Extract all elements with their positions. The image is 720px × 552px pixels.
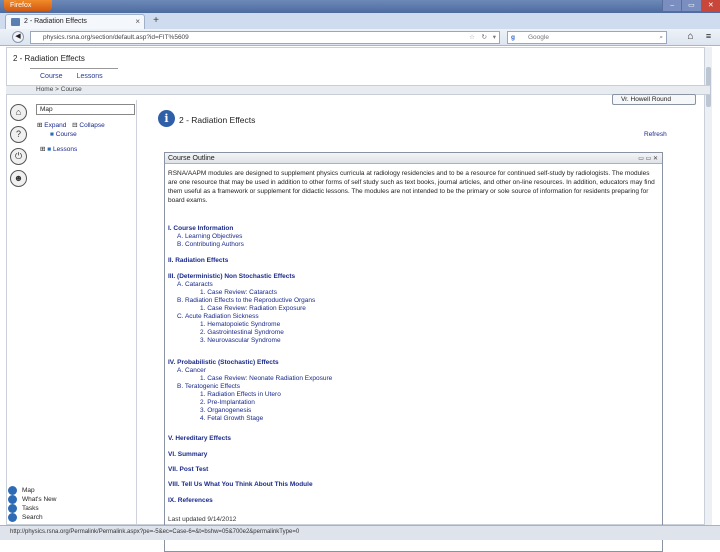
course-icon: ■ (50, 131, 54, 138)
outline-item[interactable]: IX. References (168, 497, 213, 504)
outline-header-title: Course Outline (168, 155, 215, 162)
tree-course-label[interactable]: Course (56, 131, 77, 138)
outline-item[interactable]: 2. Gastrointestinal Syndrome (200, 329, 284, 336)
outline-item[interactable]: 3. Organogenesis (200, 407, 251, 414)
outline-intro: RSNA/AAPM modules are designed to supple… (168, 170, 655, 204)
browser-tab[interactable]: 2 - Radiation Effects × (5, 14, 145, 29)
last-updated: Last updated 9/14/2012 (168, 516, 237, 523)
vertical-scrollbar[interactable] (704, 47, 712, 525)
info-icon: i (158, 110, 175, 127)
course-outline-panel: Course Outline ▭ ▭ ✕ RSNA/AAPM modules a… (164, 152, 663, 552)
tree-item-course[interactable]: ■ Course (50, 131, 77, 138)
tree-item-lessons[interactable]: ⊞ ■ Lessons (40, 145, 77, 153)
url-dropdown-icon[interactable]: ▾ (493, 32, 496, 43)
outline-item[interactable]: B. Teratogenic Effects (177, 383, 240, 390)
outline-item[interactable]: A. Cancer (177, 367, 206, 374)
expand-collapse-row: ⊞ Expand ⊟ Collapse (37, 121, 105, 129)
bottom-link-tasks[interactable]: Tasks (8, 504, 39, 513)
bottom-link-map[interactable]: Map (8, 486, 35, 495)
outline-item[interactable]: 1. Hematopoietic Syndrome (200, 321, 280, 328)
outline-item[interactable]: VIII. Tell Us What You Think About This … (168, 481, 313, 488)
search-icon (8, 513, 17, 522)
outline-item[interactable]: B. Radiation Effects to the Reproductive… (177, 297, 315, 304)
bookmark-star-icon[interactable]: ☆ (469, 32, 475, 43)
nav-lessons-link[interactable]: Lessons (77, 69, 103, 84)
outline-item[interactable]: 1. Case Review: Neonate Radiation Exposu… (200, 375, 332, 382)
page-title: 2 - Radiation Effects (179, 115, 256, 125)
back-button[interactable]: ◀ (12, 31, 24, 43)
outline-item[interactable]: 4. Fetal Growth Stage (200, 415, 263, 422)
expand-icon[interactable]: ⊞ (37, 122, 42, 129)
nav-course-link[interactable]: Course (40, 69, 63, 84)
tab-close-icon[interactable]: × (135, 15, 140, 29)
breadcrumb-bar (6, 85, 710, 95)
outline-item[interactable]: B. Contributing Authors (177, 241, 244, 248)
power-icon[interactable]: ⏻ (10, 148, 27, 165)
page-favicon-icon (11, 18, 20, 26)
tab-title: 2 - Radiation Effects (24, 18, 87, 25)
home-icon[interactable]: ⌂ (10, 104, 27, 121)
outline-item[interactable]: 3. Neurovascular Syndrome (200, 337, 281, 344)
search-icon[interactable]: ⌕ (659, 32, 663, 43)
outline-item[interactable]: C. Acute Radiation Sickness (177, 313, 259, 320)
folder-icon: ■ (47, 146, 52, 153)
app-title: 2 - Radiation Effects (13, 54, 85, 63)
search-bar[interactable]: g Google ⌕ (507, 31, 667, 44)
expand-node-icon[interactable]: ⊞ (40, 146, 45, 153)
reload-icon[interactable]: ↻ (482, 32, 487, 43)
outline-item[interactable]: V. Hereditary Effects (168, 435, 231, 442)
collapse-link[interactable]: Collapse (79, 122, 104, 129)
home-icon[interactable]: ⌂ (684, 30, 697, 43)
tab-strip: 2 - Radiation Effects × + (0, 13, 720, 29)
top-nav: Course Lessons (30, 68, 118, 84)
breadcrumb[interactable]: Home > Course (36, 86, 82, 93)
outline-item[interactable]: 1. Case Review: Cataracts (200, 289, 277, 296)
outline-item[interactable]: 2. Pre-Implantation (200, 399, 255, 406)
outline-item[interactable]: III. (Deterministic) Non Stochastic Effe… (168, 273, 295, 280)
outline-item[interactable]: 1. Radiation Effects in Utero (200, 391, 281, 398)
map-select[interactable]: Map (36, 104, 135, 115)
minimize-button[interactable]: – (662, 0, 682, 11)
bottom-link-search[interactable]: Search (8, 513, 43, 522)
map-icon (8, 486, 17, 495)
search-placeholder: Google (528, 34, 549, 41)
window-controls: – ▭ ✕ (662, 0, 720, 11)
google-icon: g (511, 34, 515, 41)
navigation-toolbar: ◀ physics.rsna.org/section/default.asp?i… (0, 29, 720, 46)
outline-item[interactable]: A. Cataracts (177, 281, 213, 288)
outline-item[interactable]: VII. Post Test (168, 466, 208, 473)
status-bar: http://physics.rsna.org/Permalink/Permal… (0, 525, 720, 540)
refresh-link[interactable]: Refresh (644, 131, 667, 138)
bottom-link-whats-new[interactable]: What's New (8, 495, 56, 504)
help-icon[interactable]: ? (10, 126, 27, 143)
outline-item[interactable]: II. Radiation Effects (168, 257, 228, 264)
outline-item[interactable]: VI. Summary (168, 451, 207, 458)
new-tab-button[interactable]: + (150, 14, 162, 28)
outline-item[interactable]: IV. Probabilistic (Stochastic) Effects (168, 359, 279, 366)
user-icon[interactable]: ☻ (10, 170, 27, 187)
title-bar: Firefox – ▭ ✕ (0, 0, 720, 13)
firefox-menu-button[interactable]: Firefox (4, 0, 52, 11)
close-window-button[interactable]: ✕ (700, 0, 720, 11)
outline-header: Course Outline ▭ ▭ ✕ (165, 153, 662, 164)
main-panel: i 2 - Radiation Effects Refresh Course O… (145, 100, 705, 552)
side-icon-rail: ⌂ ? ⏻ ☻ (8, 100, 30, 190)
collapse-icon[interactable]: ⊟ (72, 122, 77, 129)
expand-link[interactable]: Expand (44, 122, 66, 129)
url-bar[interactable]: physics.rsna.org/section/default.asp?id=… (30, 31, 500, 44)
outline-item[interactable]: A. Learning Objectives (177, 233, 242, 240)
panel-controls-icon[interactable]: ▭ ▭ ✕ (638, 154, 658, 165)
maximize-button[interactable]: ▭ (681, 0, 701, 11)
toolbar-menu-icon[interactable]: ≡ (702, 30, 715, 43)
tree-lessons-label[interactable]: Lessons (53, 146, 77, 153)
tasks-icon (8, 504, 17, 513)
outline-item[interactable]: I. Course Information (168, 225, 233, 232)
left-panel: Map ⊞ Expand ⊟ Collapse ■ Course ⊞ ■ Les… (34, 100, 137, 530)
outline-item[interactable]: 1. Case Review: Radiation Exposure (200, 305, 306, 312)
whats-new-icon (8, 495, 17, 504)
url-text: physics.rsna.org/section/default.asp?id=… (43, 34, 189, 41)
